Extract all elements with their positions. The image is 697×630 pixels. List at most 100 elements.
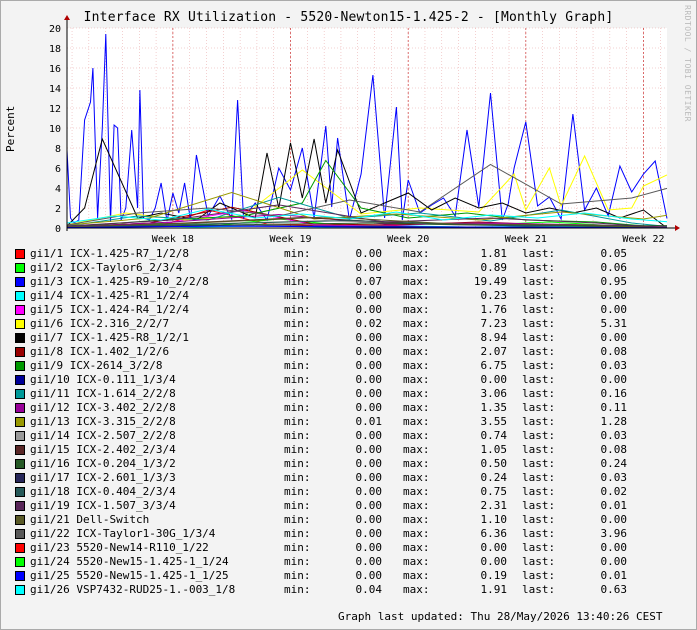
- legend-max-value: 2.07: [480, 345, 508, 358]
- legend-swatch: [15, 473, 25, 483]
- x-tick-label: Week 19: [269, 234, 311, 245]
- y-tick-label: 20: [49, 24, 61, 35]
- legend-series-name: gi1/26 VSP7432-RUD25-1.-003_1/8: [30, 583, 236, 596]
- legend-min-value: 0.00: [355, 303, 383, 316]
- legend-last-value: 0.03: [600, 429, 628, 442]
- legend-max-value: 1.05: [480, 443, 508, 456]
- legend-swatch: [15, 333, 25, 343]
- legend-max-label: max:: [403, 471, 430, 484]
- legend-min-label: min:: [284, 485, 311, 498]
- legend-last-label: last:: [522, 345, 556, 358]
- legend-last-value: 0.95: [600, 275, 628, 288]
- legend-min-value: 0.00: [355, 499, 383, 512]
- legend-series-name: gi1/5 ICX-1.424-R4_1/2/4: [30, 303, 189, 316]
- legend-min-value: 0.00: [355, 331, 383, 344]
- legend-last-label: last:: [522, 485, 556, 498]
- legend-min-value: 0.00: [355, 429, 383, 442]
- legend-series-name: gi1/23 5520-New14-R110_1/22: [30, 541, 209, 554]
- legend-series-name: gi1/17 ICX-2.601_1/3/3: [30, 471, 176, 484]
- legend-last-label: last:: [522, 331, 556, 344]
- legend-series-name: gi1/13 ICX-3.315_2/2/8: [30, 415, 176, 428]
- legend-max-label: max:: [403, 569, 430, 582]
- legend-min-label: min:: [284, 317, 311, 330]
- legend-min-label: min:: [284, 569, 311, 582]
- legend-last-label: last:: [522, 359, 556, 372]
- legend-min-label: min:: [284, 471, 311, 484]
- legend-series-name: gi1/21 Dell-Switch: [30, 513, 150, 526]
- legend-min-value: 0.00: [355, 527, 383, 540]
- legend-max-label: max:: [403, 247, 430, 260]
- legend-series-name: gi1/22 ICX-Taylor1-30G_1/3/4: [30, 527, 216, 540]
- legend-max-label: max:: [403, 275, 430, 288]
- legend-last-value: 0.00: [600, 373, 628, 386]
- legend-last-value: 0.00: [600, 513, 628, 526]
- legend-min-value: 0.00: [355, 457, 383, 470]
- y-tick-label: 2: [55, 204, 61, 215]
- legend-min-value: 0.00: [355, 401, 383, 414]
- legend-max-value: 0.24: [480, 471, 508, 484]
- legend-series-name: gi1/14 ICX-2.507_2/2/8: [30, 429, 176, 442]
- x-tick-label: Week 20: [387, 234, 429, 245]
- legend-max-value: 6.75: [480, 359, 508, 372]
- legend-series-name: gi1/4 ICX-1.425-R1_1/2/4: [30, 289, 189, 302]
- legend-last-value: 0.03: [600, 471, 628, 484]
- legend-last-value: 0.08: [600, 443, 628, 456]
- legend-min-label: min:: [284, 457, 311, 470]
- legend-last-label: last:: [522, 415, 556, 428]
- legend-min-value: 0.00: [355, 289, 383, 302]
- legend-last-value: 5.31: [600, 317, 628, 330]
- legend-max-label: max:: [403, 261, 430, 274]
- legend-last-value: 0.05: [600, 247, 628, 260]
- legend-max-label: max:: [403, 485, 430, 498]
- legend-min-value: 0.00: [355, 443, 383, 456]
- legend-min-value: 0.00: [355, 541, 383, 554]
- legend-max-value: 0.50: [480, 457, 508, 470]
- legend-min-label: min:: [284, 275, 311, 288]
- legend-last-label: last:: [522, 289, 556, 302]
- x-tick-label: Week 21: [505, 234, 547, 245]
- legend-last-label: last:: [522, 387, 556, 400]
- legend-swatch: [15, 375, 25, 385]
- legend-swatch: [15, 487, 25, 497]
- legend-series-name: gi1/19 ICX-1.507_3/3/4: [30, 499, 176, 512]
- legend-max-label: max:: [403, 317, 430, 330]
- legend-min-label: min:: [284, 345, 311, 358]
- legend-max-label: max:: [403, 583, 430, 596]
- legend-swatch: [15, 319, 25, 329]
- legend-series-name: gi1/9 ICX-2614_3/2/8: [30, 359, 163, 372]
- legend-min-label: min:: [284, 359, 311, 372]
- legend-swatch: [15, 403, 25, 413]
- legend-max-value: 6.36: [480, 527, 508, 540]
- legend-min-value: 0.00: [355, 569, 383, 582]
- legend-max-value: 1.35: [480, 401, 508, 414]
- legend-last-label: last:: [522, 583, 556, 596]
- legend-swatch: [15, 501, 25, 511]
- legend-swatch: [15, 543, 25, 553]
- legend-series-name: gi1/12 ICX-3.402_2/2/8: [30, 401, 176, 414]
- legend-last-value: 0.00: [600, 289, 628, 302]
- legend-max-label: max:: [403, 345, 430, 358]
- legend-last-label: last:: [522, 527, 556, 540]
- legend-last-value: 0.06: [600, 261, 628, 274]
- legend-min-value: 0.07: [355, 275, 383, 288]
- y-tick-label: 0: [55, 224, 61, 235]
- legend-max-value: 1.81: [480, 247, 508, 260]
- legend-swatch: [15, 305, 25, 315]
- y-tick-label: 10: [49, 124, 61, 135]
- legend-last-label: last:: [522, 261, 556, 274]
- legend-max-value: 3.06: [480, 387, 508, 400]
- y-tick-label: 18: [49, 44, 61, 55]
- legend-min-value: 0.02: [355, 317, 383, 330]
- legend-swatch: [15, 263, 25, 273]
- x-axis-arrow: [675, 225, 680, 231]
- legend-min-value: 0.00: [355, 261, 383, 274]
- legend-swatch: [15, 557, 25, 567]
- legend-min-label: min:: [284, 303, 311, 316]
- legend-last-label: last:: [522, 247, 556, 260]
- legend-swatch: [15, 417, 25, 427]
- legend-min-value: 0.00: [355, 555, 383, 568]
- legend-series-name: gi1/11 ICX-1.614_2/2/8: [30, 387, 176, 400]
- legend-max-value: 8.94: [480, 331, 508, 344]
- legend-swatch: [15, 459, 25, 469]
- legend-min-value: 0.04: [355, 583, 383, 596]
